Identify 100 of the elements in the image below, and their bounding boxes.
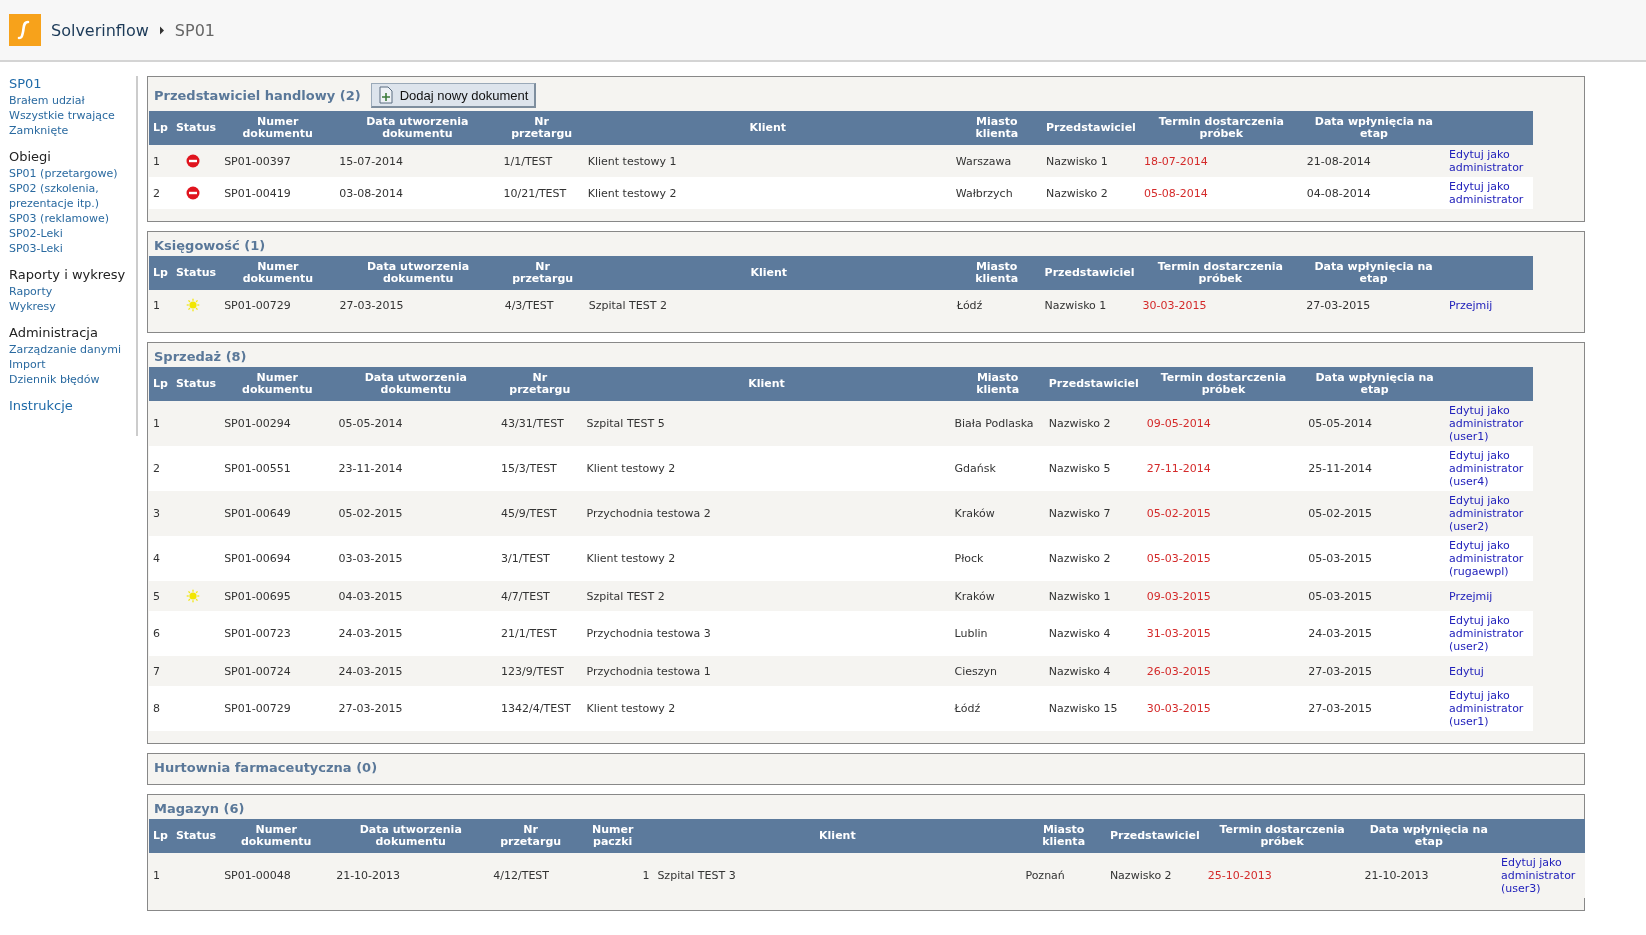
app-name[interactable]: Solverinflow (51, 20, 149, 40)
sidebar-heading: Obiegi (9, 149, 51, 164)
table-cell: SP01-00724 (224, 664, 291, 678)
table-cell: Przychodnia testowa 1 (586, 664, 711, 678)
column-header: Termin dostarczenia próbek (1219, 823, 1345, 848)
sidebar-link[interactable]: Brałem udział (9, 93, 85, 108)
table-cell: 5 (153, 589, 160, 603)
sidebar-link[interactable]: SP01 (przetargowe) (9, 166, 118, 181)
table-cell: 05-03-2015 (1146, 552, 1211, 565)
table-cell: 24-03-2015 (1308, 627, 1373, 640)
table-cell: 27-03-2015 (1306, 298, 1371, 312)
add-document-button[interactable]: Dodaj nowy dokument (370, 83, 537, 108)
sidebar-link[interactable]: Zarządzanie danymi (9, 342, 122, 357)
table-cell: 21/1/TEST (501, 627, 557, 640)
column-header: Klient (749, 121, 787, 134)
table-cell: 45/9/TEST (501, 507, 557, 520)
table-cell: 21-10-2013 (1364, 869, 1429, 882)
sidebar-link[interactable]: Instrukcje (9, 398, 73, 413)
sidebar-link[interactable]: SP01 (9, 76, 42, 91)
column-header: Nr przetargu (509, 371, 571, 396)
table-cell: Warszawa (955, 154, 1012, 168)
section-title: Hurtownia farmaceutyczna (0) (154, 760, 378, 775)
table-cell: Kraków (954, 507, 995, 520)
table-cell: 05-02-2015 (338, 507, 403, 520)
table-cell: 03-03-2015 (338, 552, 403, 565)
sidebar-link[interactable]: Dziennik błędów (9, 372, 100, 387)
column-header: Status (175, 377, 217, 390)
table-cell: 43/31/TEST (501, 417, 564, 430)
table-cell: 05-05-2014 (338, 417, 403, 430)
table-cell: Łódź (954, 702, 981, 715)
table-cell: Kraków (954, 589, 995, 603)
table-cell: Nazwisko 2 (1109, 869, 1172, 882)
sidebar-link[interactable]: Raporty (9, 284, 53, 299)
table-cell: 1/1/TEST (503, 154, 553, 168)
sidebar-heading: Raporty i wykresy (9, 267, 126, 282)
column-header: Data wpłynięcia na etap (1314, 260, 1433, 285)
logo-icon[interactable] (9, 14, 41, 46)
table-cell: 30-03-2015 (1146, 702, 1211, 715)
table-cell: Biała Podlaska (954, 417, 1034, 430)
column-header: Data wpłynięcia na etap (1315, 371, 1434, 396)
column-header: Termin dostarczenia próbek (1157, 260, 1284, 285)
table-cell: 09-05-2014 (1146, 417, 1211, 430)
table-cell: SP01-00729 (224, 702, 291, 715)
column-header: Numer dokumentu (242, 260, 314, 285)
table-cell: Nazwisko 15 (1048, 702, 1118, 715)
table-cell: 7 (153, 664, 160, 678)
table-cell: 05-08-2014 (1143, 186, 1208, 200)
table-cell: SP01-00551 (224, 462, 291, 475)
table-cell: Nazwisko 2 (1045, 186, 1108, 200)
column-header: Status (175, 266, 217, 279)
sidebar-link[interactable]: SP03-Leki (9, 241, 63, 256)
table-cell: 09-03-2015 (1146, 589, 1211, 603)
table-cell: 27-11-2014 (1146, 462, 1211, 475)
column-header: Klient (819, 829, 856, 842)
table-cell: 21-10-2013 (336, 869, 401, 882)
table-cell: 05-02-2015 (1308, 507, 1373, 520)
column-header: Termin dostarczenia próbek (1160, 371, 1287, 396)
table-cell: Cieszyn (954, 664, 997, 678)
edit-link[interactable]: Edytuj jako administrator (user1) (1449, 404, 1529, 443)
table-cell: Wałbrzych (955, 186, 1013, 200)
table-cell: SP01-00723 (224, 627, 291, 640)
table-cell: Nazwisko 1 (1045, 154, 1108, 168)
edit-link[interactable]: Edytuj jako administrator (user3) (1501, 856, 1581, 895)
table-cell: Przychodnia testowa 3 (586, 627, 711, 640)
table-cell: Klient testowy 2 (586, 552, 676, 565)
sidebar-link[interactable]: SP03 (reklamowe) (9, 211, 110, 226)
edit-link[interactable]: Przejmij (1449, 298, 1529, 312)
column-header: Przedstawiciel (1109, 829, 1200, 842)
column-header: Data utworzenia dokumentu (367, 260, 470, 285)
table-cell: 26-03-2015 (1146, 664, 1211, 678)
table-cell: 4 (153, 552, 160, 565)
column-header: Nr przetargu (511, 115, 573, 140)
sidebar-link[interactable]: Wykresy (9, 299, 56, 314)
table-cell: 3/1/TEST (501, 552, 550, 565)
table-cell: 27-03-2015 (1308, 664, 1373, 678)
table-cell: Przychodnia testowa 2 (586, 507, 711, 520)
column-header: Przedstawiciel (1044, 266, 1135, 279)
sidebar-link[interactable]: SP02-Leki (9, 226, 63, 241)
table-cell: Szpital TEST 3 (657, 869, 736, 882)
edit-link[interactable]: Edytuj (1449, 664, 1529, 678)
table-cell: 15-07-2014 (339, 154, 404, 168)
edit-link[interactable]: Edytuj jako administrator (user2) (1449, 494, 1529, 533)
table-cell: SP01-00694 (224, 552, 291, 565)
table-cell: SP01-00695 (224, 589, 291, 603)
table-cell: Nazwisko 4 (1048, 664, 1111, 678)
sidebar-link[interactable]: SP02 (szkolenia, prezentacje itp.) (9, 181, 136, 211)
table-cell: 27-03-2015 (338, 702, 403, 715)
table-cell: Nazwisko 5 (1048, 462, 1111, 475)
edit-link[interactable]: Edytuj jako administrator (1449, 148, 1529, 174)
sidebar-link[interactable]: Import (9, 357, 46, 372)
table-cell: Klient testowy 2 (586, 702, 676, 715)
sidebar-link[interactable]: Zamknięte (9, 123, 69, 138)
table-cell: 27-03-2015 (339, 298, 404, 312)
section-title: Magazyn (6) (154, 801, 245, 816)
edit-link[interactable]: Przejmij (1449, 589, 1529, 603)
sidebar-link[interactable]: Wszystkie trwające (9, 108, 115, 123)
table-cell: 15/3/TEST (501, 462, 557, 475)
table-cell: 05-03-2015 (1308, 589, 1373, 603)
table-cell: 6 (153, 627, 160, 640)
table-cell: 2 (153, 186, 160, 200)
